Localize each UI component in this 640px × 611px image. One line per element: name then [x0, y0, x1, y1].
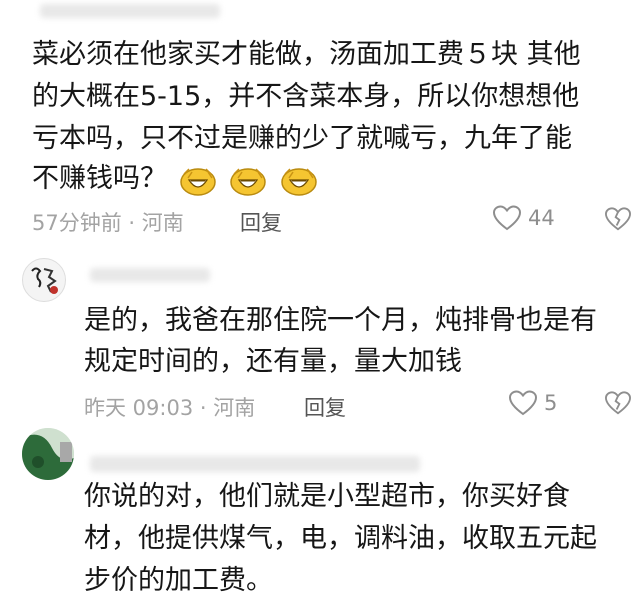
laughing-emoji-icon: [178, 162, 218, 198]
broken-heart-icon: [604, 391, 632, 415]
comment-text-line: 菜必须在他家买才能做，汤面加工费５块 其他: [32, 39, 581, 70]
reply-button[interactable]: 回复: [304, 392, 346, 422]
dislike-button[interactable]: [604, 390, 632, 420]
like-count: 44: [528, 206, 555, 230]
blurred-username: [90, 268, 210, 282]
like-button[interactable]: 5: [508, 389, 557, 417]
comment-text-line: 步价的加工费。: [84, 565, 273, 596]
comment-text-line: 是的，我爸在那住院一个月，炖排骨也是有: [84, 305, 597, 336]
comment-text-line: 亏本吗，只不过是赚的少了就喊亏，九年了能: [32, 123, 572, 154]
comment-text: 不赚钱吗？: [32, 163, 167, 194]
blurred-username-top: [40, 4, 220, 18]
avatar[interactable]: [22, 258, 66, 302]
dislike-button[interactable]: [604, 206, 632, 236]
comment-text-line: 你说的对，他们就是小型超市，你买好食: [84, 481, 570, 512]
reply-button[interactable]: 回复: [240, 207, 282, 237]
comment-text-line: 材，他提供煤气，电，调料油，收取五元起: [84, 523, 597, 554]
comment-meta: 57分钟前 · 河南: [32, 211, 184, 235]
broken-heart-icon: [604, 207, 632, 231]
laughing-emoji-icon: [279, 162, 319, 198]
avatar[interactable]: [22, 428, 74, 480]
laughing-emoji-icon: [228, 162, 268, 198]
comment-text-line: 的大概在5-15，并不含菜本身，所以你想想他: [32, 81, 580, 112]
comment-meta: 昨天 09:03 · 河南: [84, 396, 256, 420]
heart-outline-icon: [492, 205, 522, 231]
like-count: 5: [544, 391, 558, 415]
blurred-username: [90, 456, 420, 472]
comment-text-line-with-emoji: 不赚钱吗？: [32, 160, 319, 198]
like-button[interactable]: 44: [492, 204, 555, 232]
comment-text-line: 规定时间的，还有量，量大加钱: [84, 346, 462, 377]
heart-outline-icon: [508, 390, 538, 416]
